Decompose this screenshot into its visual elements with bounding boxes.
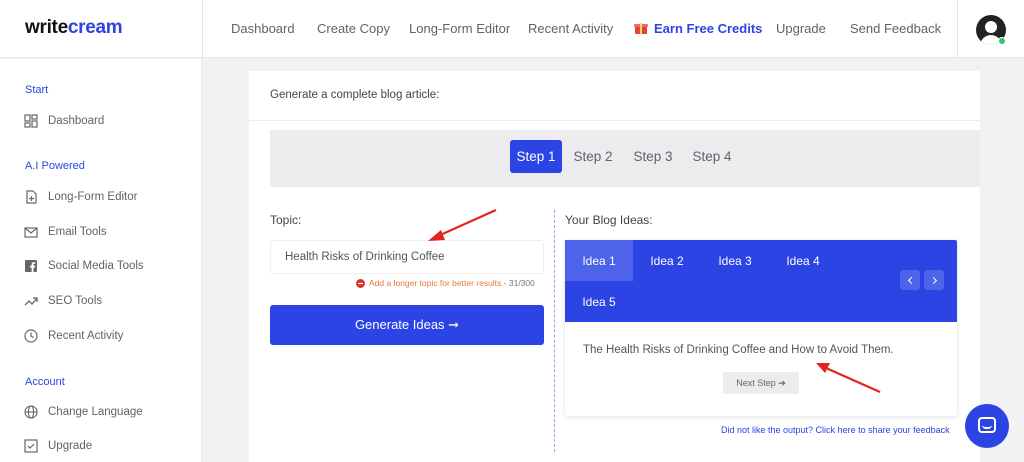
nav-create-copy[interactable]: Create Copy — [317, 21, 390, 36]
next-idea-button[interactable] — [924, 270, 944, 290]
idea-3-tab[interactable]: Idea 3 — [701, 240, 769, 281]
card-title: Generate a complete blog article: — [270, 89, 440, 101]
sidebar-item-change-language[interactable]: Change Language — [24, 402, 143, 422]
idea-text: The Health Risks of Drinking Coffee and … — [583, 344, 894, 356]
step-2-tab[interactable]: Step 2 — [567, 140, 619, 173]
sidebar-item-upgrade[interactable]: Upgrade — [24, 436, 92, 456]
gift-icon — [634, 22, 648, 34]
hint-text: Add a longer topic for better results — [369, 278, 502, 288]
header-divider — [957, 0, 958, 58]
feedback-link[interactable]: Did not like the output? Click here to s… — [721, 425, 950, 435]
nav-send-feedback[interactable]: Send Feedback — [850, 21, 941, 36]
idea-1-tab[interactable]: Idea 1 — [565, 240, 633, 281]
nav-long-form-editor[interactable]: Long-Form Editor — [409, 21, 510, 36]
idea-4-tab[interactable]: Idea 4 — [769, 240, 837, 281]
topic-hint: Add a longer topic for better results - … — [356, 278, 535, 288]
sidebar-item-label: SEO Tools — [48, 295, 103, 307]
sidebar-item-label: Long-Form Editor — [48, 191, 138, 203]
sidebar-item-label: Recent Activity — [48, 330, 124, 342]
chevron-right-icon — [929, 276, 937, 284]
sidebar-item-label: Change Language — [48, 406, 143, 418]
next-step-button[interactable]: Next Step ➔ — [723, 372, 799, 394]
top-navbar: writecream Dashboard Create Copy Long-Fo… — [0, 0, 1024, 58]
trend-icon — [24, 297, 38, 306]
sidebar-item-label: Social Media Tools — [48, 260, 144, 272]
warning-icon — [356, 278, 365, 288]
nav-upgrade[interactable]: Upgrade — [776, 21, 826, 36]
sidebar-item-recent-activity[interactable]: Recent Activity — [24, 326, 123, 346]
sidebar-item-label: Upgrade — [48, 440, 93, 452]
sidebar-item-seo-tools[interactable]: SEO Tools — [24, 291, 102, 311]
step-1-tab[interactable]: Step 1 — [510, 140, 562, 173]
char-count: - 31/300 — [503, 278, 535, 288]
idea-tabs: Idea 1 Idea 2 Idea 3 Idea 4 Idea 5 — [565, 240, 957, 322]
globe-icon — [24, 405, 38, 419]
chevron-left-icon — [907, 276, 915, 284]
sidebar-section-account: Account — [25, 376, 65, 388]
header-divider — [202, 0, 203, 58]
chat-support-button[interactable] — [965, 404, 1009, 448]
blog-generator-card: Generate a complete blog article: Step 1… — [249, 71, 980, 462]
idea-5-tab[interactable]: Idea 5 — [565, 281, 633, 322]
sidebar: Start Dashboard A.I Powered Long-Form Ed… — [0, 59, 202, 462]
blog-ideas-label: Your Blog Ideas: — [565, 213, 653, 227]
step-4-tab[interactable]: Step 4 — [686, 140, 738, 173]
file-plus-icon — [26, 190, 37, 204]
sidebar-item-long-form-editor[interactable]: Long-Form Editor — [24, 187, 137, 207]
sidebar-section-ai-powered: A.I Powered — [25, 160, 85, 172]
nav-dashboard[interactable]: Dashboard — [231, 21, 295, 36]
step-bar: Step 1 Step 2 Step 3 Step 4 — [270, 130, 980, 187]
column-divider — [554, 210, 555, 452]
sidebar-section-start: Start — [25, 84, 49, 96]
grid-icon — [24, 114, 38, 128]
generate-ideas-button[interactable]: Generate Ideas ➞ — [270, 305, 544, 345]
blog-ideas-panel: Idea 1 Idea 2 Idea 3 Idea 4 Idea 5 The H… — [565, 240, 957, 416]
nav-earn-free-credits[interactable]: Earn Free Credits — [634, 21, 763, 36]
sidebar-item-social-media-tools[interactable]: Social Media Tools — [24, 256, 144, 276]
card-divider — [249, 120, 980, 121]
online-status-dot — [998, 37, 1006, 45]
sidebar-item-email-tools[interactable]: Email Tools — [24, 222, 107, 242]
nav-earn-label: Earn Free Credits — [654, 21, 763, 36]
idea-2-tab[interactable]: Idea 2 — [633, 240, 701, 281]
check-square-icon — [24, 439, 38, 453]
sidebar-item-dashboard[interactable]: Dashboard — [24, 111, 104, 131]
sidebar-item-label: Dashboard — [48, 115, 105, 127]
sidebar-item-label: Email Tools — [48, 226, 107, 238]
topic-label: Topic: — [270, 213, 302, 227]
mail-icon — [24, 227, 38, 238]
clock-icon — [24, 329, 38, 343]
prev-idea-button[interactable] — [900, 270, 920, 290]
facebook-icon — [25, 260, 37, 272]
nav-recent-activity[interactable]: Recent Activity — [528, 21, 613, 36]
writecream-logo[interactable]: writecream — [25, 17, 123, 39]
topic-input[interactable] — [270, 240, 544, 274]
step-3-tab[interactable]: Step 3 — [627, 140, 679, 173]
